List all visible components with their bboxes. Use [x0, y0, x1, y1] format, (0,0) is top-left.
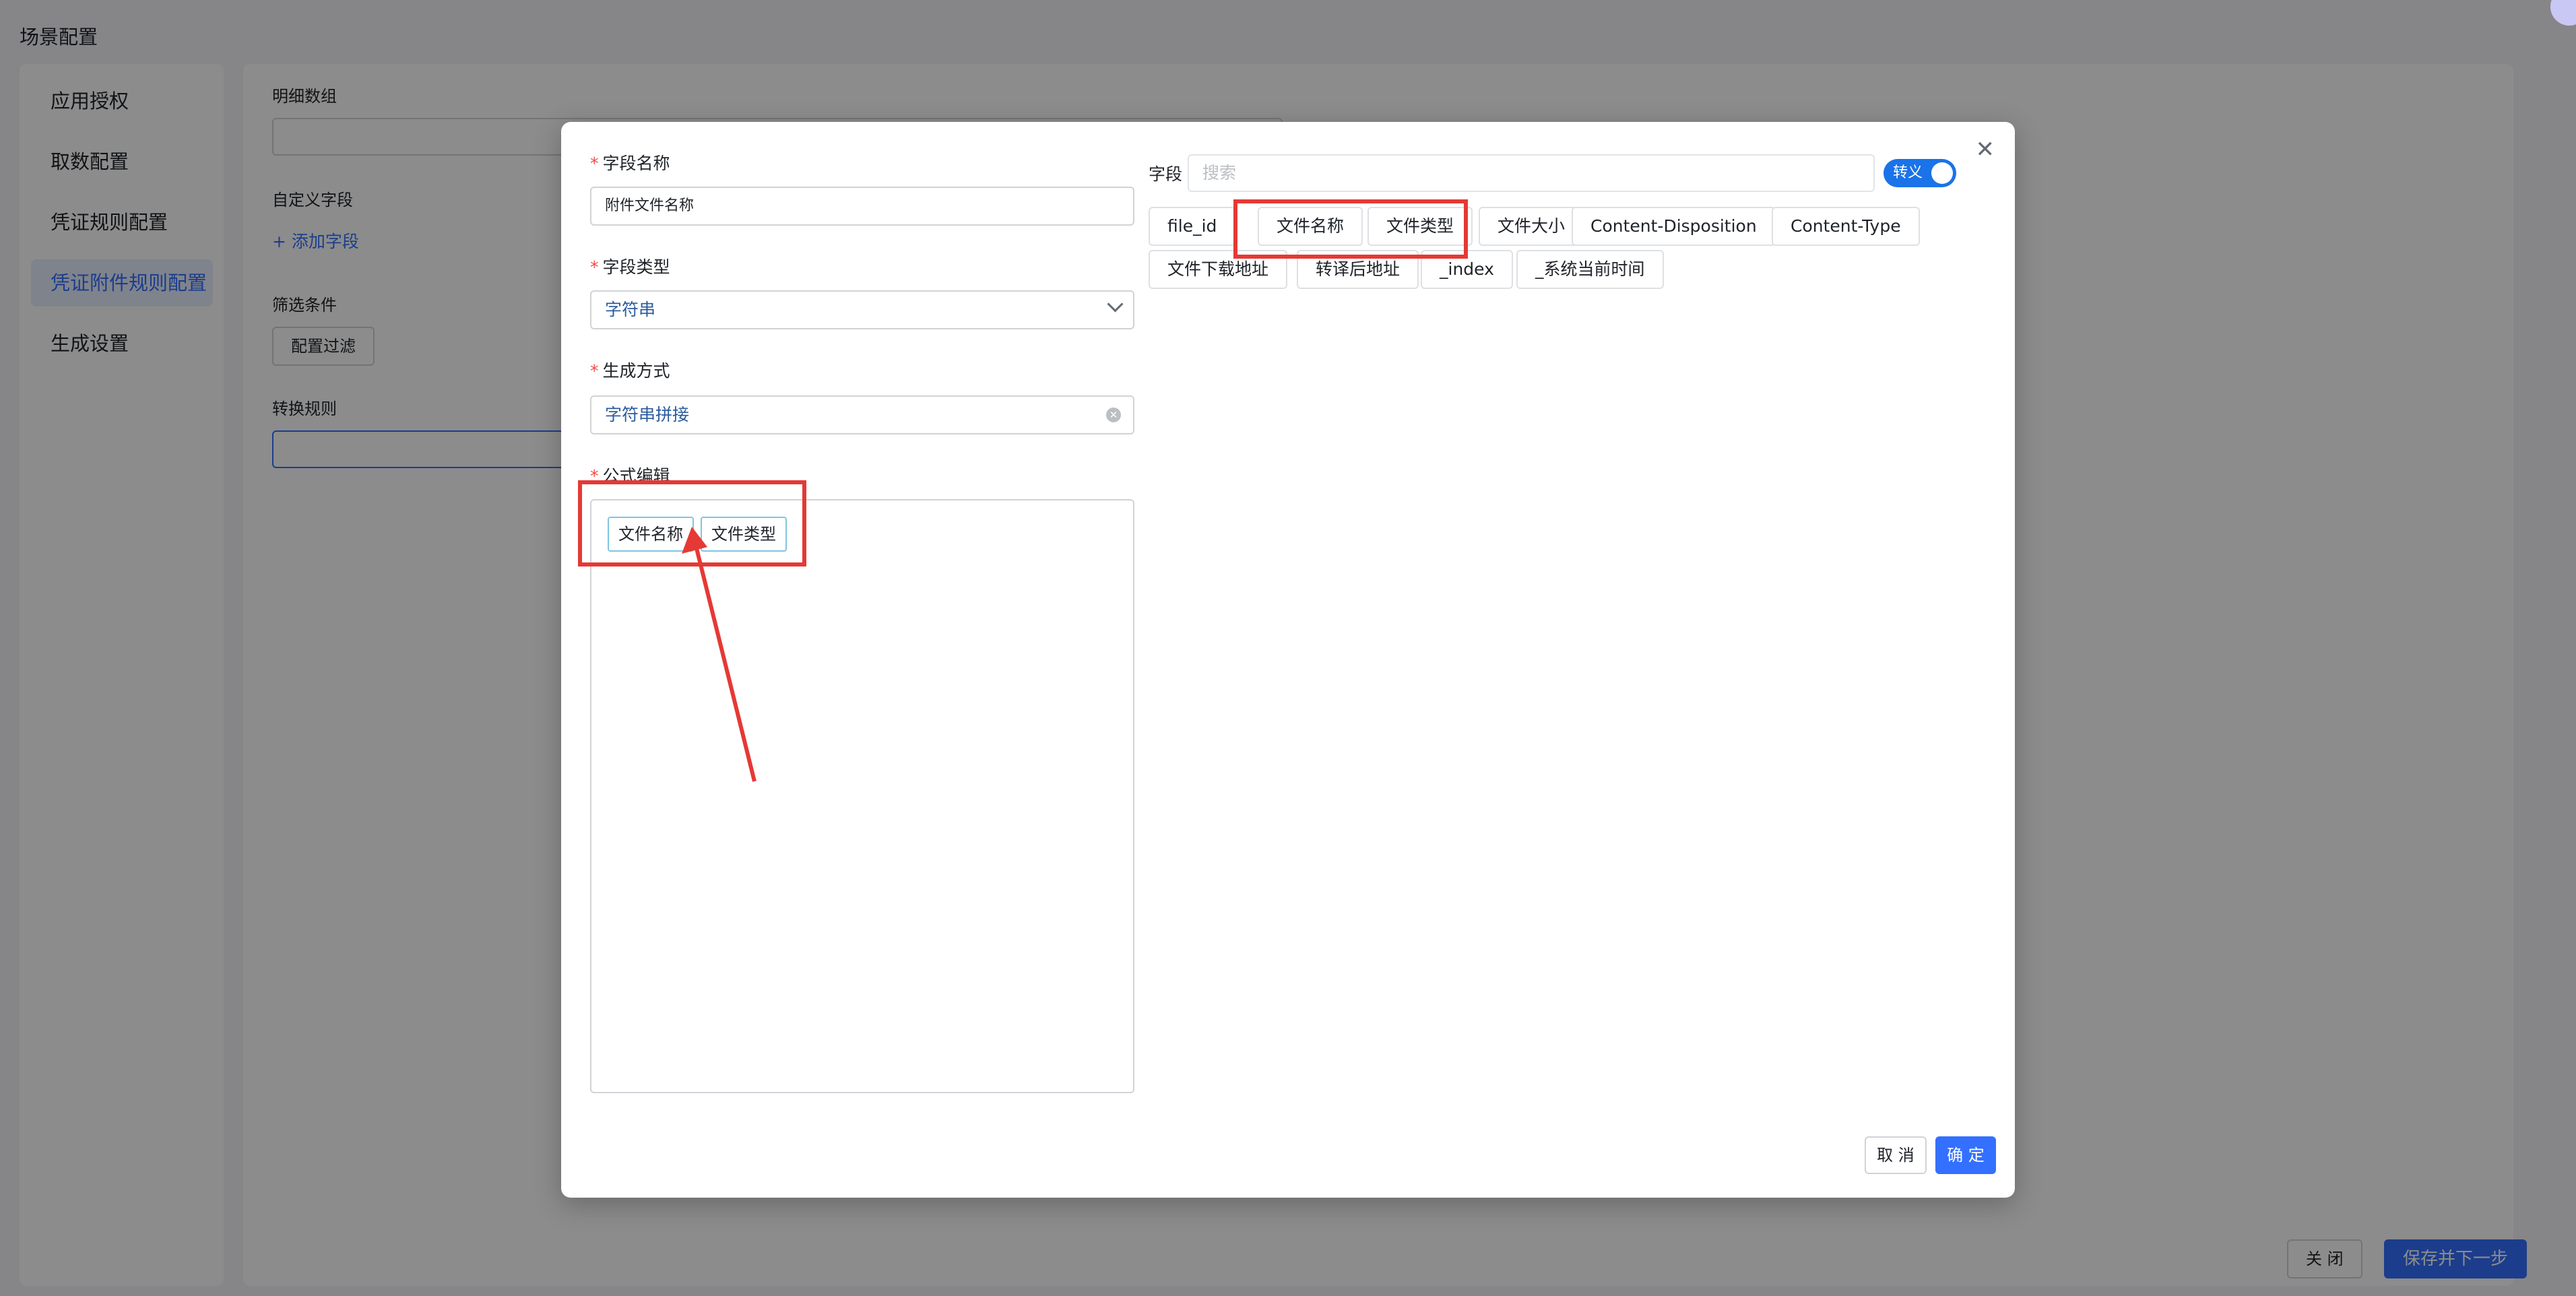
confirm-button[interactable]: 确 定 [1935, 1136, 1996, 1174]
gen-method-label: * 生成方式 [590, 361, 670, 381]
field-tag[interactable]: _系统当前时间 [1516, 250, 1664, 289]
gen-method-value: 字符串拼接 [605, 405, 690, 424]
field-tag[interactable]: Content-Disposition [1572, 207, 1776, 246]
field-type-select[interactable]: 字符串 [590, 290, 1134, 329]
cancel-button[interactable]: 取 消 [1865, 1136, 1927, 1174]
formula-separator: . [693, 527, 698, 546]
formula-label: * 公式编辑 [590, 466, 670, 486]
field-tag[interactable]: 转译后地址 [1297, 250, 1419, 289]
field-tag[interactable]: 文件大小 [1479, 207, 1584, 246]
gen-method-select[interactable]: 字符串拼接 ✕ [590, 395, 1134, 434]
field-type-label: * 字段类型 [590, 257, 670, 277]
toggle-knob [1931, 162, 1953, 184]
field-type-value: 字符串 [605, 300, 656, 319]
field-search-input[interactable]: 搜索 [1188, 154, 1875, 192]
formula-editor[interactable]: 文件名称 . 文件类型 [590, 499, 1134, 1093]
close-icon[interactable]: ✕ [1976, 138, 1995, 161]
escape-toggle[interactable]: 转义 [1883, 159, 1956, 187]
field-tag[interactable]: _index [1421, 250, 1513, 289]
toggle-label: 转义 [1893, 164, 1923, 181]
field-tag[interactable]: Content-Type [1772, 207, 1920, 246]
field-name-label: * 字段名称 [590, 154, 670, 173]
fields-label: 字段 [1149, 164, 1183, 184]
formula-chip[interactable]: 文件类型 [701, 517, 787, 552]
field-tag[interactable]: 文件名称 [1258, 207, 1363, 246]
formula-chip[interactable]: 文件名称 [608, 517, 694, 552]
chevron-down-icon [1107, 296, 1124, 313]
field-tag[interactable]: 文件类型 [1367, 207, 1473, 246]
clear-icon[interactable]: ✕ [1106, 408, 1121, 422]
field-edit-dialog: ✕ * 字段名称 附件文件名称 * 字段类型 字符串 * 生成方式 字符串拼接 ✕ *… [561, 122, 2015, 1198]
field-tag[interactable]: 文件下载地址 [1149, 250, 1288, 289]
corner-avatar [2550, 0, 2576, 26]
field-tag[interactable]: file_id [1149, 207, 1236, 246]
field-name-input[interactable]: 附件文件名称 [590, 187, 1134, 226]
